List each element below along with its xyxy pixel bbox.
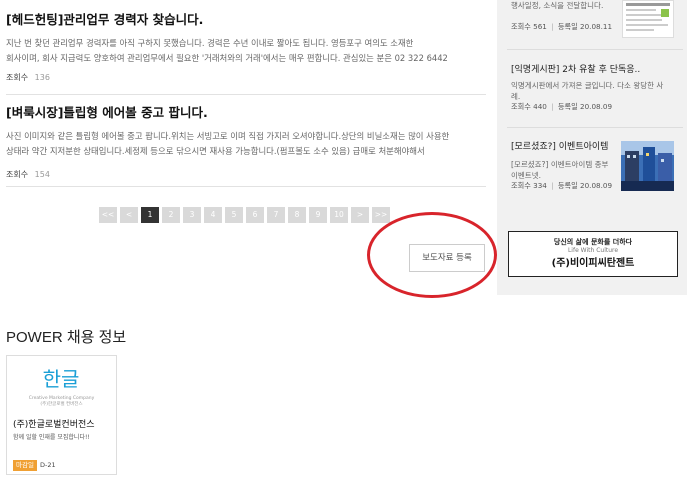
divider bbox=[507, 127, 683, 128]
page-4-button[interactable]: 4 bbox=[204, 207, 222, 223]
views-label: 조회수 bbox=[511, 102, 531, 111]
date-value: 20.08.09 bbox=[580, 102, 613, 111]
article-meta: 조회수 154 bbox=[6, 169, 486, 180]
excerpt-line: 회사이며, 회사 지급력도 양호하여 관리업무에서 필요한 '거래처와의 거래'… bbox=[6, 52, 448, 63]
sidebar-item-body: 익명게시판에서 가져온 글입니다. 다소 왕당한 사례. bbox=[511, 81, 664, 101]
article-title[interactable]: [헤드헌팅]관리업무 경력자 찾습니다. bbox=[6, 12, 486, 28]
company-name[interactable]: (주)한글로벌컨버전스 bbox=[13, 417, 95, 430]
job-description: 함께 일할 인재를 모집합니다!! bbox=[13, 434, 90, 441]
pagination: << < 1 2 3 4 5 6 7 8 9 10 > >> bbox=[99, 207, 393, 223]
date-value: 20.08.09 bbox=[580, 181, 613, 190]
date-label: 등록일 bbox=[557, 181, 578, 190]
last-page-button[interactable]: >> bbox=[372, 207, 390, 223]
article-excerpt: 지난 번 찾던 관리업무 경력자를 아직 구하지 못했습니다. 경력은 수년 이… bbox=[6, 36, 486, 65]
views-label: 조회수 bbox=[6, 73, 29, 82]
svg-text:한글: 한글 bbox=[43, 367, 80, 391]
date-value: 20.08.11 bbox=[580, 22, 613, 31]
document-thumbnail-icon bbox=[626, 3, 670, 31]
page-2-button[interactable]: 2 bbox=[162, 207, 180, 223]
sidebar-thumbnail[interactable] bbox=[621, 141, 674, 191]
date-label: 등록일 bbox=[557, 22, 578, 31]
event-photo-icon bbox=[621, 141, 674, 191]
divider bbox=[6, 186, 486, 187]
banner-company: (주)비이피씨탄젠트 bbox=[551, 258, 635, 269]
meta-separator: | bbox=[551, 22, 554, 31]
excerpt-line: 사진 이미지와 같은 틀립형 에어볼 중고 팝니다.위치는 서빙고로 이며 직접… bbox=[6, 131, 450, 141]
meta-separator: | bbox=[551, 102, 554, 111]
page-8-button[interactable]: 8 bbox=[288, 207, 306, 223]
article-item[interactable]: [벼룩시장]틀립형 에어볼 중고 팝니다. 사진 이미지와 같은 틀립형 에어볼… bbox=[6, 105, 486, 180]
sidebar-item-title[interactable]: [모르셨죠?] 이벤트아이템 bbox=[511, 141, 621, 153]
views-label: 조회수 bbox=[511, 22, 531, 31]
divider bbox=[6, 94, 486, 95]
views-count: 334 bbox=[533, 181, 547, 190]
sidebar-item-body: [모르셨죠?] 이벤트아이템 종부 bbox=[511, 160, 609, 169]
article-item[interactable]: [헤드헌팅]관리업무 경력자 찾습니다. 지난 번 찾던 관리업무 경력자를 아… bbox=[6, 12, 486, 83]
page-7-button[interactable]: 7 bbox=[267, 207, 285, 223]
next-page-button[interactable]: > bbox=[351, 207, 369, 223]
article-meta: 조회수 136 bbox=[6, 72, 486, 83]
date-label: 등록일 bbox=[557, 102, 578, 111]
first-page-button[interactable]: << bbox=[99, 207, 117, 223]
page-3-button[interactable]: 3 bbox=[183, 207, 201, 223]
divider bbox=[507, 49, 683, 50]
banner-subtitle: Life With Culture bbox=[567, 247, 619, 254]
meta-separator: | bbox=[551, 181, 554, 190]
article-excerpt: 사진 이미지와 같은 틀립형 에어볼 중고 팝니다.위치는 서빙고로 이며 직접… bbox=[6, 129, 486, 158]
job-card[interactable]: 한글 Creative Marketing Company (주)한글로벌 컨버… bbox=[6, 355, 117, 475]
prev-page-button[interactable]: < bbox=[120, 207, 138, 223]
sidebar-item[interactable]: [모르셨죠?] 이벤트아이템 [모르셨죠?] 이벤트아이템 종부 이벤트넷. 조… bbox=[511, 141, 621, 191]
register-press-release-button[interactable]: 보도자료 등록 bbox=[409, 244, 485, 272]
page-5-button[interactable]: 5 bbox=[225, 207, 243, 223]
sponsor-banner[interactable]: 당신의 삶에 문화를 더하다 Life With Culture (주)비이피씨… bbox=[508, 231, 678, 277]
sidebar-thumbnail[interactable] bbox=[622, 0, 674, 38]
sidebar-item-body: 이벤트넷. bbox=[511, 171, 541, 180]
views-count: 136 bbox=[34, 73, 50, 82]
company-small: (주)한글로벌 컨버전스 bbox=[40, 402, 83, 407]
views-label: 조회수 bbox=[511, 181, 531, 190]
sidebar-item[interactable]: [익명게시판] 2차 유찰 후 단독응.. 익명게시판에서 가져온 글입니다. … bbox=[511, 64, 683, 112]
hanglobal-logo-icon: 한글 bbox=[43, 367, 80, 391]
sidebar-item-title[interactable]: [익명게시판] 2차 유찰 후 단독응.. bbox=[511, 64, 683, 76]
excerpt-line: 상태라 약간 지저분한 상태입니다.세정제 등으로 닦으시면 재사용 가능합니다… bbox=[6, 145, 425, 156]
section-title: POWER 채용 정보 bbox=[6, 329, 127, 346]
page-10-button[interactable]: 10 bbox=[330, 207, 348, 223]
page-6-button[interactable]: 6 bbox=[246, 207, 264, 223]
views-count: 154 bbox=[34, 170, 50, 179]
dday-count: D-21 bbox=[40, 461, 56, 469]
excerpt-line: 지난 번 찾던 관리업무 경력자를 아직 구하지 못했습니다. 경력은 수년 이… bbox=[6, 38, 414, 48]
sidebar-item-meta: 조회수 440 | 등록일 20.08.09 bbox=[511, 102, 683, 112]
article-list: [헤드헌팅]관리업무 경력자 찾습니다. 지난 번 찾던 관리업무 경력자를 아… bbox=[0, 0, 492, 300]
sidebar-item-meta: 조회수 334 | 등록일 20.08.09 bbox=[511, 181, 621, 191]
sidebar-item-body: 행사일정, 소식을 전달합니다. bbox=[511, 1, 604, 10]
banner-tagline: 당신의 삶에 문화를 더하다 bbox=[553, 238, 633, 246]
page-1-button[interactable]: 1 bbox=[141, 207, 159, 223]
views-count: 440 bbox=[533, 102, 547, 111]
deadline-badge: 마감일 bbox=[13, 460, 37, 471]
page-9-button[interactable]: 9 bbox=[309, 207, 327, 223]
views-count: 561 bbox=[533, 22, 547, 31]
views-label: 조회수 bbox=[6, 170, 29, 179]
article-title[interactable]: [벼룩시장]틀립형 에어볼 중고 팝니다. bbox=[6, 105, 486, 121]
